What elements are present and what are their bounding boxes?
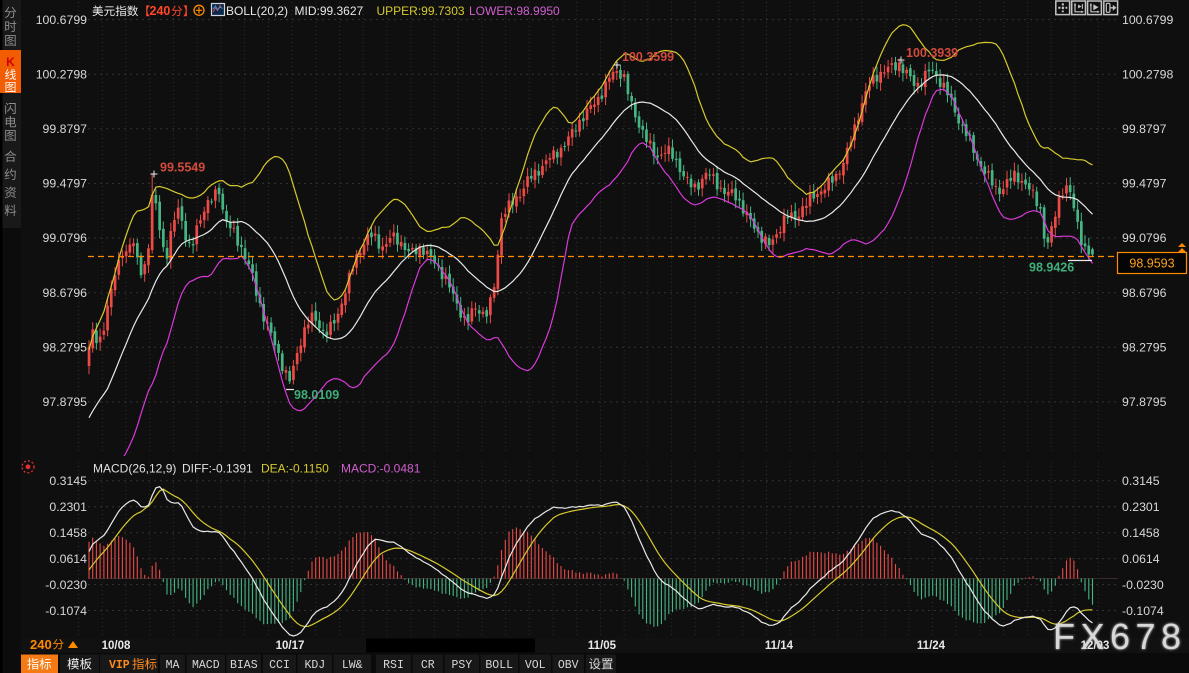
svg-text:0.2301: 0.2301: [1122, 500, 1160, 514]
svg-text:KDJ: KDJ: [304, 659, 325, 672]
svg-text:-0.0230: -0.0230: [1122, 578, 1164, 592]
svg-text:0.3145: 0.3145: [49, 474, 87, 488]
svg-text:MACD(26,12,9): MACD(26,12,9): [93, 462, 176, 476]
svg-text:FX678: FX678: [1053, 616, 1187, 657]
svg-text:MID:99.3627: MID:99.3627: [295, 4, 364, 18]
svg-text:UPPER:99.7303: UPPER:99.7303: [377, 4, 465, 18]
svg-text:99.4797: 99.4797: [43, 177, 88, 191]
svg-text:98.0109: 98.0109: [294, 388, 339, 402]
svg-text:100.2798: 100.2798: [1122, 67, 1173, 81]
svg-text:99.4797: 99.4797: [1122, 177, 1167, 191]
svg-text:PSY: PSY: [451, 659, 472, 672]
svg-text:99.8797: 99.8797: [1122, 122, 1167, 136]
svg-text:100.2798: 100.2798: [36, 67, 87, 81]
svg-text:0.1458: 0.1458: [49, 526, 87, 540]
svg-text:11/24: 11/24: [917, 640, 946, 652]
svg-text:10/17: 10/17: [276, 640, 305, 652]
svg-text:BIAS: BIAS: [230, 659, 258, 672]
svg-text:99.5549: 99.5549: [160, 161, 205, 175]
svg-text:98.9426: 98.9426: [1029, 261, 1074, 275]
svg-text:11/14: 11/14: [765, 640, 794, 652]
svg-text:MACD:-0.0481: MACD:-0.0481: [341, 462, 421, 476]
svg-text:98.6796: 98.6796: [43, 286, 88, 300]
svg-text:OBV: OBV: [558, 659, 579, 672]
svg-text:K: K: [6, 55, 15, 69]
svg-text:-0.0230: -0.0230: [45, 578, 87, 592]
svg-text:98.2795: 98.2795: [1122, 341, 1167, 355]
svg-text:BOLL(20,2): BOLL(20,2): [226, 4, 288, 18]
svg-text:11/05: 11/05: [588, 640, 617, 652]
svg-text:0.1458: 0.1458: [1122, 526, 1160, 540]
svg-text:100.3599: 100.3599: [622, 50, 674, 64]
svg-text:10/08: 10/08: [102, 640, 131, 652]
svg-text:97.8795: 97.8795: [43, 395, 88, 409]
svg-text:100.6799: 100.6799: [1122, 13, 1173, 27]
svg-text:99.0796: 99.0796: [1122, 231, 1167, 245]
svg-text:240: 240: [150, 4, 171, 18]
svg-text:0.0614: 0.0614: [49, 552, 87, 566]
svg-text:0.3145: 0.3145: [1122, 474, 1160, 488]
svg-text:98.9593: 98.9593: [1129, 257, 1174, 271]
svg-text:CR: CR: [421, 659, 435, 672]
svg-text:0.2301: 0.2301: [49, 500, 87, 514]
svg-text:VIP: VIP: [109, 659, 130, 672]
svg-text:0.0614: 0.0614: [1122, 552, 1160, 566]
svg-text:LOWER:98.9950: LOWER:98.9950: [469, 4, 560, 18]
svg-text:VOL: VOL: [525, 659, 546, 672]
svg-text:DEA:-0.1150: DEA:-0.1150: [261, 462, 329, 476]
svg-text:-0.1074: -0.1074: [45, 604, 87, 618]
svg-text:CCI: CCI: [269, 659, 290, 672]
svg-text:100.6799: 100.6799: [36, 13, 87, 27]
svg-text:98.6796: 98.6796: [1122, 286, 1167, 300]
svg-text:BOLL: BOLL: [485, 659, 513, 672]
svg-text:97.8795: 97.8795: [1122, 395, 1167, 409]
svg-text:98.2795: 98.2795: [43, 341, 88, 355]
svg-text:99.0796: 99.0796: [43, 231, 88, 245]
svg-text:240: 240: [30, 637, 52, 652]
svg-text:LW&: LW&: [342, 659, 363, 672]
svg-text:RSI: RSI: [383, 659, 404, 672]
svg-text:DIFF:-0.1391: DIFF:-0.1391: [182, 462, 253, 476]
svg-text:MACD: MACD: [192, 659, 220, 672]
svg-text:99.8797: 99.8797: [43, 122, 88, 136]
svg-text:100.3939: 100.3939: [906, 46, 958, 60]
svg-text:MA: MA: [166, 659, 180, 672]
